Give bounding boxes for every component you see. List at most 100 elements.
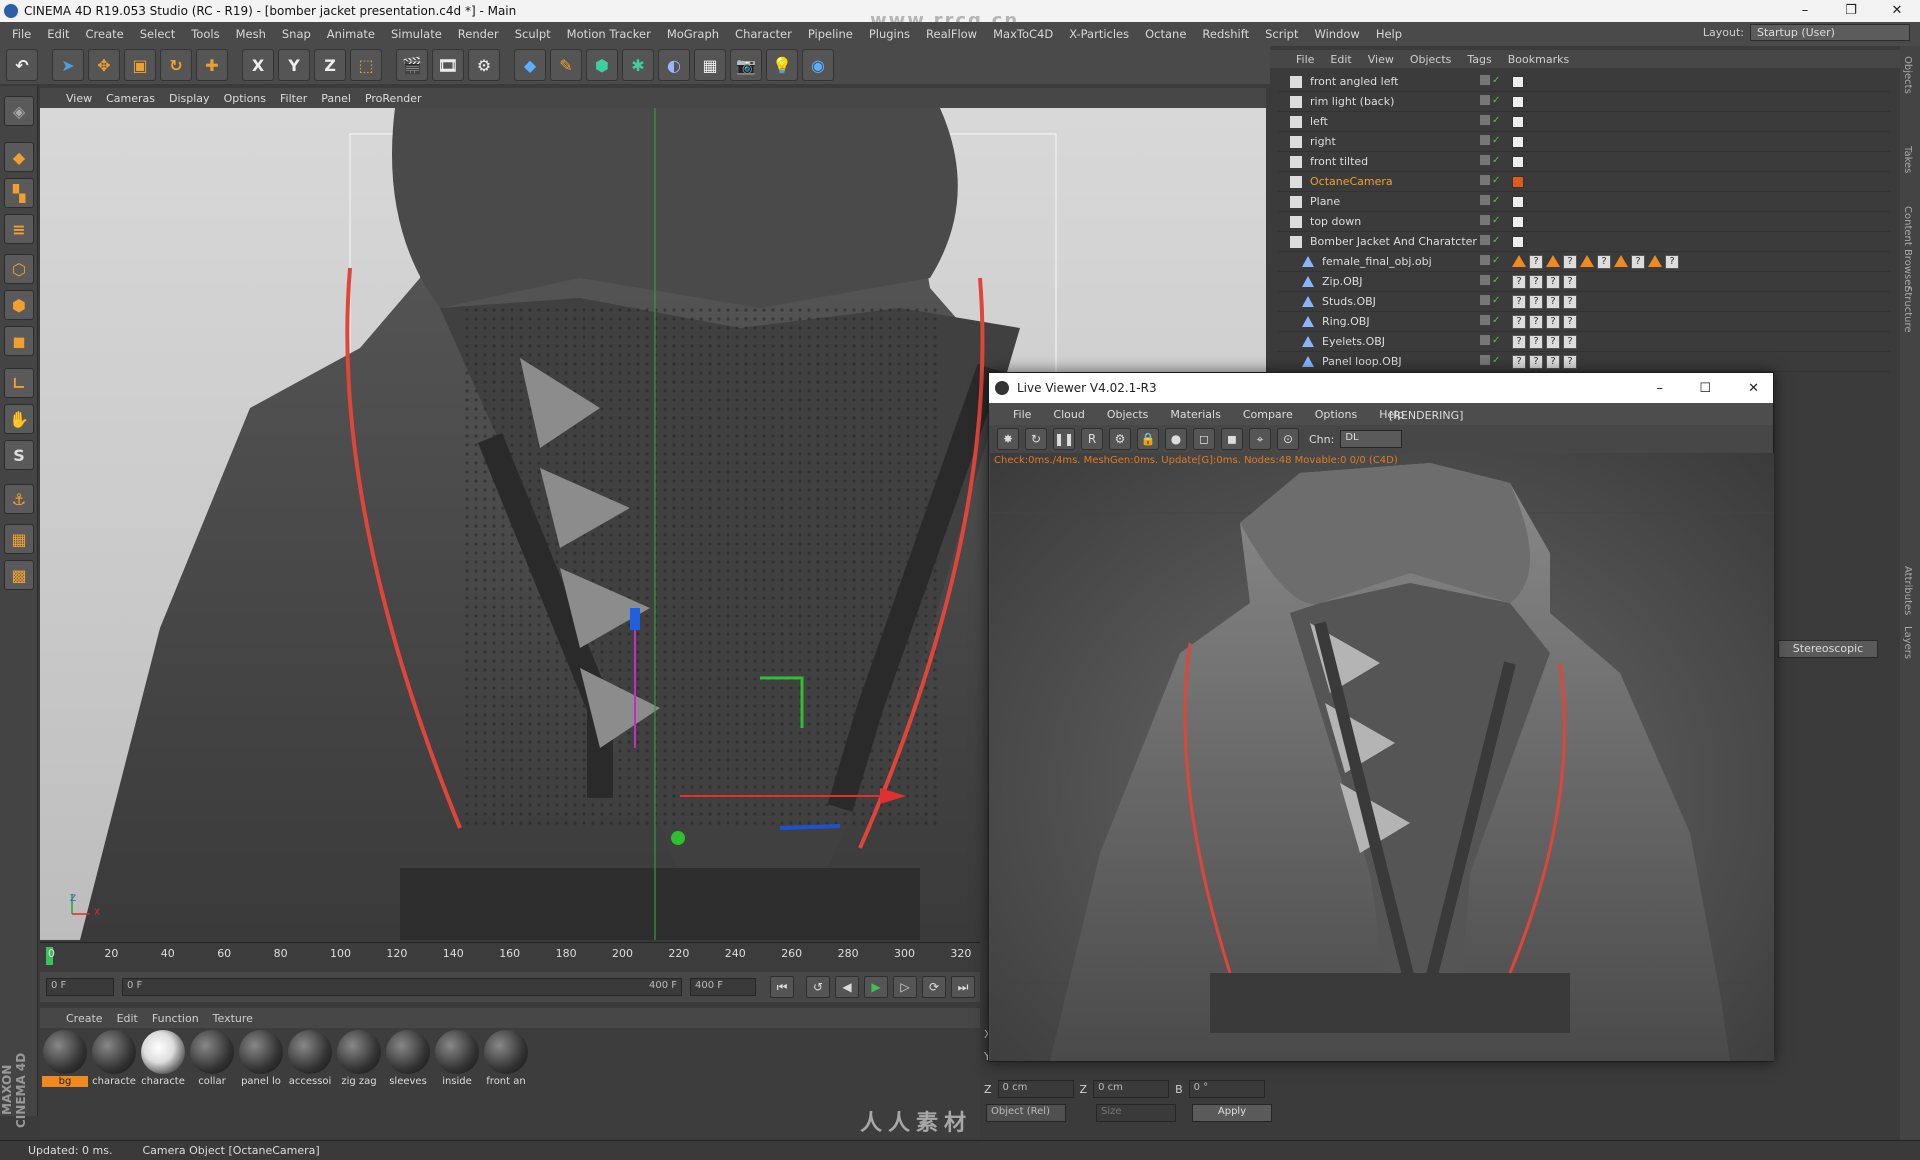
material-swatch[interactable]: sleeves: [385, 1030, 431, 1087]
texture-tag-icon[interactable]: ?: [1563, 334, 1577, 349]
object-row[interactable]: rim light (back) ✓: [1278, 92, 1890, 112]
workplane-icon[interactable]: ≡: [4, 214, 34, 244]
object-tags[interactable]: ????: [1512, 354, 1577, 369]
channel-dropdown[interactable]: DL: [1340, 430, 1403, 448]
menu-render[interactable]: Render: [450, 27, 507, 41]
coord-size-dropdown[interactable]: Size: [1096, 1104, 1176, 1122]
visibility-switches[interactable]: ✓: [1480, 194, 1506, 209]
x-axis-lock-button[interactable]: X: [242, 49, 274, 81]
texture-tag-icon[interactable]: ?: [1529, 254, 1543, 269]
visibility-switches[interactable]: ✓: [1480, 274, 1506, 289]
material-swatch[interactable]: characte: [140, 1030, 186, 1087]
protection-tag-icon[interactable]: [1512, 215, 1524, 228]
preview-range-slider[interactable]: 0 F 400 F: [122, 978, 682, 996]
render-settings-icon[interactable]: ⚙: [468, 49, 500, 81]
menu-file[interactable]: File: [4, 27, 39, 41]
object-menu-objects[interactable]: Objects: [1410, 53, 1452, 66]
right-tab-takes[interactable]: Takes: [1902, 146, 1913, 173]
previous-frame-icon[interactable]: ◀: [835, 976, 859, 998]
menu-maxtoc4d[interactable]: MaxToC4D: [985, 27, 1061, 41]
go-to-end-icon[interactable]: ⏭: [951, 976, 975, 998]
visibility-switches[interactable]: ✓: [1480, 334, 1506, 349]
viewport-menu-prorender[interactable]: ProRender: [365, 92, 422, 105]
texture-tag-icon[interactable]: ?: [1665, 254, 1679, 269]
object-tags[interactable]: ????: [1512, 294, 1577, 309]
material-menu-create[interactable]: Create: [66, 1012, 103, 1025]
menu-create[interactable]: Create: [78, 27, 132, 41]
stereoscopic-tab[interactable]: Stereoscopic: [1778, 640, 1878, 658]
viewport-menu-options[interactable]: Options: [224, 92, 266, 105]
live-viewer-menu-compare[interactable]: Compare: [1243, 408, 1293, 421]
object-row[interactable]: Bomber Jacket And Charatcter ✓: [1278, 232, 1890, 252]
texture-tag-icon[interactable]: ?: [1546, 274, 1560, 289]
texture-tag-icon[interactable]: ?: [1563, 274, 1577, 289]
live-viewer-close-button[interactable]: ✕: [1748, 381, 1759, 396]
protection-tag-icon[interactable]: [1512, 95, 1524, 108]
model-mode-icon[interactable]: ◆: [4, 142, 34, 172]
octane-tag-icon[interactable]: [1512, 254, 1526, 267]
selection-tool-icon[interactable]: ➤: [52, 49, 84, 81]
visibility-switches[interactable]: ✓: [1480, 174, 1506, 189]
next-frame-icon[interactable]: ▷: [893, 976, 917, 998]
menu-plugins[interactable]: Plugins: [861, 27, 918, 41]
start-frame-field[interactable]: 0 F: [46, 978, 114, 996]
object-row[interactable]: Plane ✓: [1278, 192, 1890, 212]
layout-selector[interactable]: Layout: Startup (User): [1703, 24, 1910, 41]
octane-tag-icon[interactable]: [1580, 254, 1594, 267]
region-render-icon[interactable]: R: [1081, 428, 1103, 450]
visibility-switches[interactable]: ✓: [1480, 154, 1506, 169]
octane-tag-icon[interactable]: [1614, 254, 1628, 267]
play-icon[interactable]: ▶: [864, 976, 888, 998]
menu-simulate[interactable]: Simulate: [383, 27, 450, 41]
material-menu-edit[interactable]: Edit: [117, 1012, 138, 1025]
menu-realflow[interactable]: RealFlow: [918, 27, 985, 41]
live-viewer-menu-options[interactable]: Options: [1315, 408, 1357, 421]
object-tags[interactable]: ????: [1512, 334, 1577, 349]
texture-tag-icon[interactable]: ?: [1563, 354, 1577, 369]
object-menu-bookmarks[interactable]: Bookmarks: [1508, 53, 1569, 66]
clay-mode-icon[interactable]: ◻: [1193, 428, 1215, 450]
texture-tag-icon[interactable]: ?: [1529, 354, 1543, 369]
object-menu-view[interactable]: View: [1368, 53, 1394, 66]
axis-mode-icon[interactable]: ∟: [4, 368, 34, 398]
texture-tag-icon[interactable]: ?: [1512, 314, 1526, 329]
apply-button[interactable]: Apply: [1192, 1104, 1272, 1122]
texture-tag-icon[interactable]: ?: [1631, 254, 1645, 269]
menu-select[interactable]: Select: [132, 27, 183, 41]
texture-tag-icon[interactable]: ?: [1563, 294, 1577, 309]
go-to-start-icon[interactable]: ⏮: [770, 976, 794, 998]
menu-pipeline[interactable]: Pipeline: [800, 27, 861, 41]
protection-tag-icon[interactable]: [1512, 75, 1524, 88]
menu-sculpt[interactable]: Sculpt: [507, 27, 559, 41]
texture-tag-icon[interactable]: ?: [1597, 254, 1611, 269]
object-row[interactable]: front angled left ✓: [1278, 72, 1890, 92]
object-tags[interactable]: [1512, 95, 1524, 108]
edges-mode-icon[interactable]: ⬢: [4, 290, 34, 320]
camera-icon[interactable]: 📷: [730, 49, 762, 81]
send-scene-icon[interactable]: ✸: [997, 428, 1019, 450]
rotate-tool-icon[interactable]: ↻: [160, 49, 192, 81]
octane-camera-tag-icon[interactable]: [1512, 175, 1524, 188]
deformer-icon[interactable]: ◐: [658, 49, 690, 81]
texture-tag-icon[interactable]: ?: [1529, 294, 1543, 309]
object-row[interactable]: Panel loop.OBJ ✓????: [1278, 352, 1890, 372]
object-menu-edit[interactable]: Edit: [1330, 53, 1351, 66]
lock-resolution-icon[interactable]: 🔒: [1137, 428, 1159, 450]
y-axis-lock-button[interactable]: Y: [278, 49, 310, 81]
object-row[interactable]: front tilted ✓: [1278, 152, 1890, 172]
protection-tag-icon[interactable]: [1512, 115, 1524, 128]
visibility-switches[interactable]: ✓: [1480, 234, 1506, 249]
move-tool-icon[interactable]: ✥: [88, 49, 120, 81]
menu-tools[interactable]: Tools: [183, 27, 227, 41]
right-tab-layers[interactable]: Layers: [1902, 626, 1913, 659]
object-tags[interactable]: [1512, 215, 1524, 228]
visibility-switches[interactable]: ✓: [1480, 94, 1506, 109]
coord-b-rotation[interactable]: 0 °: [1188, 1080, 1265, 1098]
texture-tag-icon[interactable]: ?: [1529, 274, 1543, 289]
minimize-button[interactable]: –: [1782, 0, 1828, 22]
sub-sampling-icon[interactable]: ◼: [1221, 428, 1243, 450]
material-menu-texture[interactable]: Texture: [213, 1012, 253, 1025]
right-tab-structure[interactable]: Structure: [1902, 286, 1913, 333]
render-view-icon[interactable]: 🎬: [396, 49, 428, 81]
protection-tag-icon[interactable]: [1512, 155, 1524, 168]
